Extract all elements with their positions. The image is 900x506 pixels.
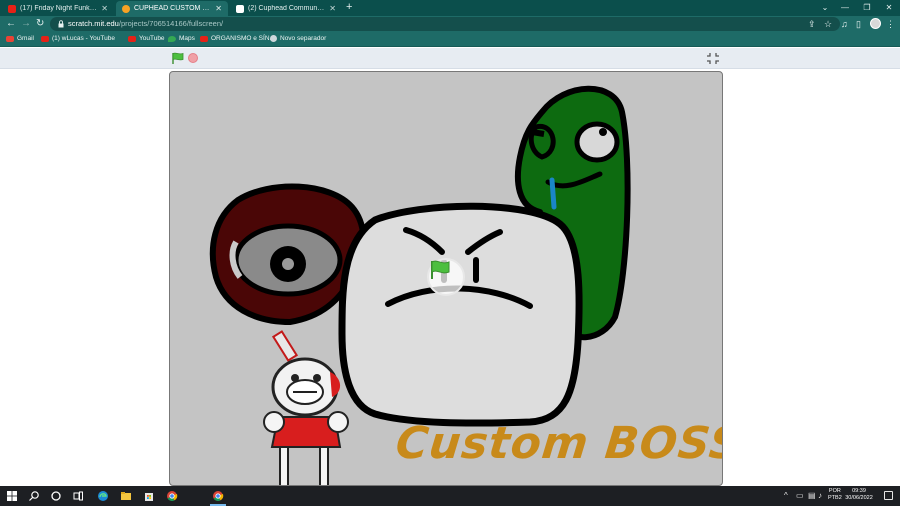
restore-button[interactable]: ❐ [858,1,876,15]
volume-icon[interactable]: ♪ [818,491,822,501]
start-green-flag-button[interactable] [427,258,465,296]
windows-taskbar: ^ ▭ ▤ ♪ POR PTB2 09:39 30/06/2022 [0,486,900,506]
tray-chevron-icon[interactable]: ^ [784,491,788,501]
clock-date: 30/06/2022 [845,495,873,501]
new-tab-button[interactable]: + [346,2,352,13]
clock-time: 09:39 [852,488,866,494]
profile-avatar[interactable] [870,18,881,29]
close-tab-icon[interactable]: ✕ [329,4,336,13]
address-bar[interactable]: scratch.mit.edu/projects/706514166/fulls… [50,17,840,31]
lock-icon [58,20,64,28]
forward-icon[interactable]: → [21,18,31,30]
chrome-profile-icon[interactable] [212,490,224,502]
bookmark-gmail[interactable]: Gmail [6,35,34,42]
chrome-icon[interactable] [166,490,178,502]
youtube-icon [200,35,208,42]
url-host: scratch.mit.edu [68,19,119,28]
notification-center-icon[interactable] [884,491,893,500]
angry-boss-face [338,202,583,427]
tab-title: (17) Friday Night Funkin' Mi... [20,5,97,12]
file-explorer-icon[interactable] [120,490,132,502]
windows-start-icon[interactable] [6,490,18,502]
bookmark-maps[interactable]: Maps [168,35,195,42]
media-control-icon[interactable]: ♫ [841,18,848,30]
search-icon[interactable] [28,490,40,502]
tab-cuphead-community[interactable]: (2) Cuphead Community - Fan-a... ✕ [230,1,342,16]
project-stage[interactable]: Custom BOSS! [169,71,723,486]
green-flag-icon[interactable] [171,52,185,65]
menu-icon[interactable]: ⋮ [886,18,895,30]
bookmark-label: ORGANISMO e SÍN... [211,35,275,42]
globe-icon [270,35,277,42]
url-path: /projects/706514166/fullscreen/ [118,19,224,28]
bookmark-label: Maps [179,35,195,42]
bookmark-wlucas-youtube[interactable]: (1) wLucas - YouTube [41,35,115,42]
task-view-icon[interactable] [72,490,84,502]
scratch-icon [122,4,130,13]
system-clock[interactable]: 09:39 30/06/2022 [842,488,876,502]
tab-search-button[interactable]: ⌄ [816,1,834,15]
tab-title: CUPHEAD CUSTOM BOSS (mor... [134,5,211,12]
tab-title: (2) Cuphead Community - Fan-a... [248,5,325,12]
tab-cuphead-custom-boss[interactable]: CUPHEAD CUSTOM BOSS (mor... ✕ [116,1,228,16]
bookmark-organismo[interactable]: ORGANISMO e SÍN... [200,35,275,42]
bookmark-label: (1) wLucas - YouTube [52,35,115,42]
youtube-icon [8,4,16,13]
back-icon[interactable]: ← [6,18,16,30]
minimize-button[interactable]: — [836,1,854,15]
youtube-icon [128,35,136,42]
bookmark-star-icon[interactable]: ☆ [824,18,832,30]
bookmark-youtube[interactable]: YouTube [128,35,165,42]
bookmark-novo-separador[interactable]: Novo separador [270,35,326,42]
store-icon[interactable] [143,490,155,502]
cuphead-character [263,330,349,485]
scratch-player-page: Custom BOSS! [0,48,900,486]
keyboard-layout: PTB2 [828,495,842,501]
bookmark-label: Novo separador [280,35,327,42]
close-tab-icon[interactable]: ✕ [215,4,222,13]
bookmarks-bar: Gmail (1) wLucas - YouTube YouTube Maps … [0,32,900,47]
bookmark-label: Gmail [17,35,34,42]
browser-toolbar: ← → ↻ scratch.mit.edu/projects/706514166… [0,16,900,32]
youtube-icon [41,35,49,42]
stop-button[interactable] [188,53,198,63]
close-tab-icon[interactable]: ✕ [101,4,108,13]
language-indicator[interactable]: POR PTB2 [828,488,842,502]
share-icon[interactable]: ⇪ [808,18,816,30]
tab-strip: (17) Friday Night Funkin' Mi... ✕ CUPHEA… [0,0,900,16]
green-flag-icon [431,260,450,279]
reload-icon[interactable]: ↻ [36,18,44,30]
battery-icon[interactable]: ▭ [796,491,804,501]
player-controls-bar [0,48,900,69]
maps-icon [168,35,176,42]
url-text: scratch.mit.edu/projects/706514166/fulls… [68,19,223,29]
edge-icon[interactable] [97,490,109,502]
close-window-button[interactable]: ✕ [880,1,898,15]
exit-fullscreen-icon[interactable] [706,52,720,65]
network-icon[interactable]: ▤ [808,491,816,501]
side-panel-icon[interactable]: ▯ [856,18,861,30]
cortana-icon[interactable] [50,490,62,502]
gmail-icon [6,35,14,42]
fandom-icon [236,4,244,13]
tab-friday-night-funkin[interactable]: (17) Friday Night Funkin' Mi... ✕ [2,1,114,16]
custom-boss-title: Custom BOSS! [393,418,723,469]
bookmark-label: YouTube [139,35,165,42]
language-code: POR [828,488,841,494]
